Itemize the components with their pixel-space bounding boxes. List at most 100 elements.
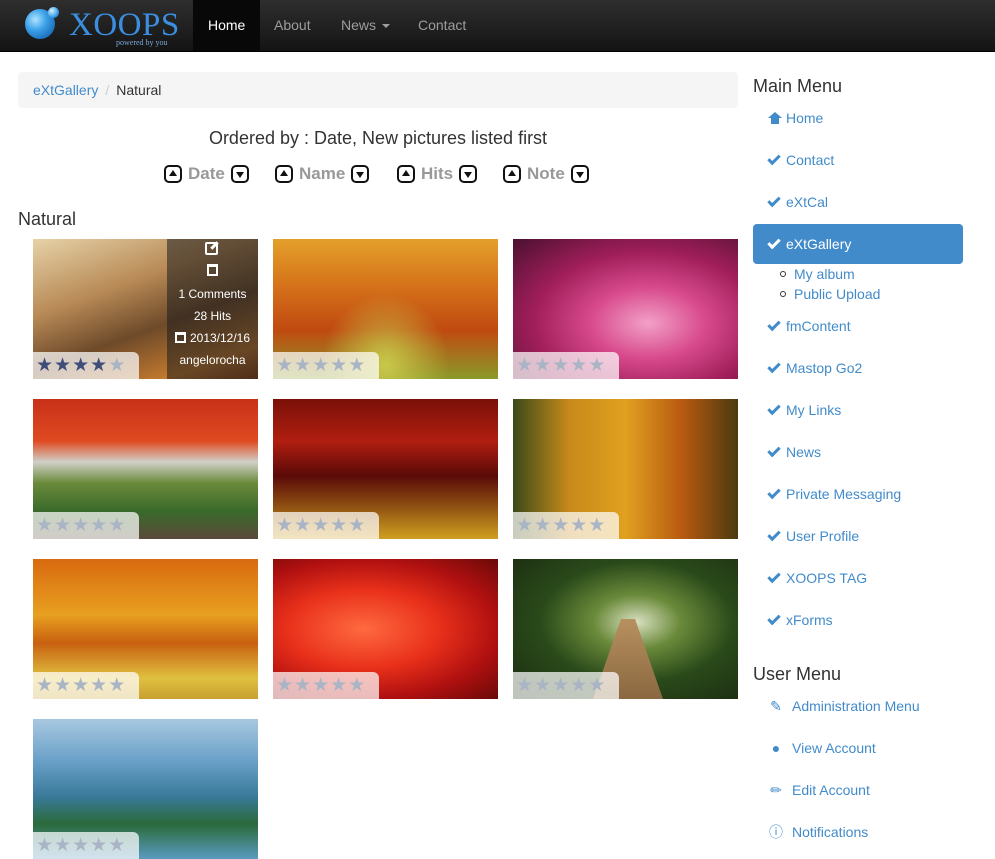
- top-navbar: XOOPS powered by you Home About News Con…: [0, 0, 995, 52]
- photo-thumbnail[interactable]: ★ ★ ★ ★ ★: [33, 399, 258, 539]
- star-icon: ★: [90, 515, 108, 536]
- pencil-icon: ✏: [770, 782, 782, 798]
- menu-item-label: eXtCal: [786, 194, 829, 210]
- photo-thumbnail[interactable]: ★ ★ ★ ★ ★: [513, 239, 738, 379]
- menu-item-label: User Profile: [786, 528, 860, 544]
- star-icon: ★: [54, 675, 72, 696]
- photo-thumbnail[interactable]: ★ ★ ★ ★ ★: [33, 719, 258, 859]
- sort-label-date: Date: [188, 164, 225, 183]
- menu-item-xoops-tag[interactable]: XOOPS TAG: [753, 558, 963, 598]
- menu-item-mastop-go2[interactable]: Mastop Go2: [753, 348, 963, 388]
- menu-item-user-profile[interactable]: User Profile: [753, 516, 963, 556]
- photo-comments[interactable]: 1 Comments: [167, 287, 258, 301]
- sort-bar: Date Name Hits Note: [18, 162, 738, 186]
- sort-asc-icon[interactable]: [397, 165, 415, 183]
- trash-icon[interactable]: [207, 264, 218, 276]
- calendar-icon: [174, 332, 186, 343]
- submenu-label: Public Upload: [794, 286, 881, 302]
- star-icon: ★: [312, 675, 330, 696]
- star-icon: ★: [330, 675, 348, 696]
- edit-icon[interactable]: [205, 242, 218, 255]
- sort-asc-icon[interactable]: [164, 165, 182, 183]
- menu-item-label: News: [786, 444, 822, 460]
- sort-label-hits: Hits: [421, 164, 454, 183]
- menu-item-view-account[interactable]: ● View Account: [753, 728, 963, 768]
- photo-thumbnail[interactable]: 1 Comments 28 Hits 2013/12/16 angeloroch…: [33, 239, 258, 379]
- menu-item-home[interactable]: Home: [753, 98, 963, 138]
- wrench-icon: ✎: [770, 698, 782, 714]
- photo-date-row: 2013/12/16: [167, 331, 258, 345]
- menu-item-private-messaging[interactable]: Private Messaging: [753, 474, 963, 514]
- nav-contact[interactable]: Contact: [403, 0, 481, 51]
- menu-item-label: Notifications: [792, 824, 869, 840]
- nav-home[interactable]: Home: [193, 0, 261, 51]
- submenu-public-upload[interactable]: Public Upload: [780, 284, 880, 304]
- star-icon: ★: [90, 675, 108, 696]
- menu-item-xforms[interactable]: xForms: [753, 600, 963, 640]
- menu-item-fmcontent[interactable]: fmContent: [753, 306, 963, 346]
- star-rating[interactable]: ★ ★ ★ ★ ★: [513, 672, 619, 699]
- star-rating[interactable]: ★ ★ ★ ★ ★: [33, 512, 139, 539]
- star-rating[interactable]: ★ ★ ★ ★ ★: [513, 352, 619, 379]
- photo-thumbnail[interactable]: ★ ★ ★ ★ ★: [273, 399, 498, 539]
- star-icon: ★: [90, 835, 108, 856]
- photo-thumbnail[interactable]: ★ ★ ★ ★ ★: [513, 399, 738, 539]
- menu-item-extgallery[interactable]: eXtGallery: [753, 224, 963, 264]
- menu-item-extcal[interactable]: eXtCal: [753, 182, 963, 222]
- star-icon: ★: [54, 355, 72, 376]
- photo-thumbnail[interactable]: ★ ★ ★ ★ ★: [33, 559, 258, 699]
- sort-desc-icon[interactable]: [570, 165, 589, 183]
- photo-author[interactable]: angelorocha: [167, 353, 258, 367]
- menu-item-news[interactable]: News: [753, 432, 963, 472]
- star-rating[interactable]: ★ ★ ★ ★ ★: [273, 512, 379, 539]
- submenu-my-album[interactable]: My album: [780, 264, 855, 284]
- photo-thumbnail[interactable]: ★ ★ ★ ★ ★: [273, 239, 498, 379]
- menu-item-administration[interactable]: ✎ Administration Menu: [753, 686, 963, 726]
- photo-hits: 28 Hits: [193, 309, 232, 323]
- nav-about[interactable]: About: [259, 0, 326, 51]
- sort-desc-icon[interactable]: [351, 165, 370, 183]
- check-icon: [767, 443, 781, 458]
- chevron-down-icon: [382, 24, 391, 29]
- breadcrumb-separator: /: [105, 82, 110, 98]
- menu-item-label: Edit Account: [792, 782, 870, 798]
- check-icon: [767, 193, 781, 208]
- star-rating[interactable]: ★ ★ ★ ★ ★: [273, 672, 379, 699]
- menu-item-label: Private Messaging: [786, 486, 902, 502]
- star-rating[interactable]: ★ ★ ★ ★ ★: [513, 512, 619, 539]
- menu-item-my-links[interactable]: My Links: [753, 390, 963, 430]
- user-icon: ●: [771, 740, 781, 756]
- star-rating[interactable]: ★ ★ ★ ★ ★: [33, 352, 139, 379]
- user-menu-title: User Menu: [753, 664, 842, 684]
- star-icon: ★: [588, 355, 606, 376]
- sort-hits: Hits: [397, 162, 478, 186]
- star-icon: ★: [570, 355, 588, 376]
- sort-asc-icon[interactable]: [275, 165, 293, 183]
- menu-item-edit-account[interactable]: ✏ Edit Account: [753, 770, 963, 810]
- check-icon: [767, 527, 781, 542]
- sort-desc-icon[interactable]: [459, 165, 478, 183]
- star-icon: ★: [588, 675, 606, 696]
- star-icon: ★: [72, 515, 90, 536]
- menu-item-contact[interactable]: Contact: [753, 140, 963, 180]
- breadcrumb-link-extgallery[interactable]: eXtGallery: [33, 82, 98, 98]
- star-icon: ★: [36, 515, 54, 536]
- star-rating[interactable]: ★ ★ ★ ★ ★: [273, 352, 379, 379]
- nav-news-dropdown[interactable]: News: [326, 0, 405, 51]
- star-icon: ★: [294, 515, 312, 536]
- menu-item-notifications[interactable]: ⓘ Notifications: [753, 812, 963, 852]
- breadcrumb: eXtGallery / Natural: [18, 72, 738, 108]
- sort-desc-icon[interactable]: [230, 165, 249, 183]
- check-icon: [767, 151, 781, 166]
- star-icon: ★: [276, 355, 294, 376]
- sort-label-note: Note: [527, 164, 565, 183]
- check-icon: [767, 359, 781, 374]
- bullet-icon: [780, 291, 786, 297]
- xoops-logo[interactable]: XOOPS powered by you: [22, 5, 182, 49]
- sort-asc-icon[interactable]: [503, 165, 521, 183]
- menu-item-label: xForms: [786, 612, 833, 628]
- star-icon: ★: [36, 355, 54, 376]
- photo-thumbnail[interactable]: ★ ★ ★ ★ ★: [513, 559, 738, 699]
- photo-thumbnail[interactable]: ★ ★ ★ ★ ★: [273, 559, 498, 699]
- star-rating[interactable]: ★ ★ ★ ★ ★: [33, 672, 139, 699]
